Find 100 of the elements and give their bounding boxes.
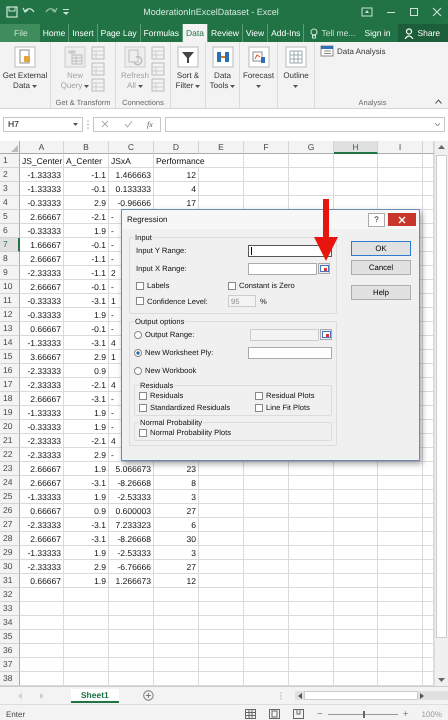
row-header[interactable]: 2 [0, 168, 20, 182]
vertical-scrollbar[interactable] [434, 141, 448, 686]
row-header[interactable]: 13 [0, 322, 20, 336]
row-header[interactable]: 24 [0, 476, 20, 490]
row-header[interactable]: 10 [0, 280, 20, 294]
row-header[interactable]: 28 [0, 532, 20, 546]
row-header[interactable]: 38 [0, 672, 20, 686]
ribbon-display-icon[interactable] [361, 7, 373, 17]
help-button[interactable]: ? [368, 212, 385, 226]
grip-icon[interactable] [280, 692, 282, 700]
row-header[interactable]: 29 [0, 546, 20, 560]
row-header[interactable]: 3 [0, 182, 20, 196]
tell-me-field[interactable]: Tell me... [321, 24, 356, 42]
row-header[interactable]: 35 [0, 630, 20, 644]
page-break-icon[interactable] [292, 709, 304, 719]
row-header[interactable]: 20 [0, 420, 20, 434]
share-button[interactable]: Share [398, 24, 448, 42]
save-icon[interactable] [6, 6, 18, 18]
row-header[interactable]: 16 [0, 364, 20, 378]
column-header[interactable]: B [64, 141, 109, 154]
row-header[interactable]: 21 [0, 434, 20, 448]
range-field[interactable] [248, 262, 317, 274]
row-header[interactable]: 27 [0, 518, 20, 532]
output-field[interactable] [248, 346, 332, 358]
row-header[interactable]: 15 [0, 350, 20, 364]
zoom-in-button[interactable]: + [402, 708, 409, 720]
column-header[interactable]: E [199, 141, 244, 154]
table-cell [244, 616, 289, 630]
table-cell [334, 532, 378, 546]
ribbon-button[interactable]: Forecast [242, 44, 274, 107]
customize-icon[interactable] [62, 7, 70, 17]
ribbon-button[interactable]: Data Tools [210, 44, 236, 107]
maximize-icon[interactable] [409, 7, 419, 17]
close-button[interactable] [388, 213, 416, 226]
row-header[interactable]: 1 [0, 154, 20, 168]
insert-function-button[interactable]: fx [147, 120, 153, 128]
row-header[interactable]: 34 [0, 616, 20, 630]
row-header[interactable]: 18 [0, 392, 20, 406]
collapse-ribbon-icon[interactable] [435, 99, 442, 104]
row-header[interactable]: 33 [0, 602, 20, 616]
expand-icon[interactable] [435, 122, 440, 126]
row-header[interactable]: 12 [0, 308, 20, 322]
check-icon[interactable] [124, 120, 133, 128]
row-header[interactable]: 36 [0, 644, 20, 658]
column-header[interactable]: C [109, 141, 154, 154]
row-header[interactable]: 30 [0, 560, 20, 574]
row-header[interactable]: 7 [0, 238, 20, 252]
cancel-icon[interactable] [101, 120, 110, 128]
sign-in-link[interactable]: Sign in [364, 24, 390, 42]
add-sheet-icon[interactable] [142, 690, 154, 701]
row-header[interactable]: 19 [0, 406, 20, 420]
table-cell [20, 602, 64, 616]
table-cell [378, 588, 423, 602]
name-box[interactable]: H7 [3, 116, 83, 132]
column-header[interactable]: A [20, 141, 64, 154]
page-layout-icon[interactable] [268, 709, 280, 719]
zoom-slider-thumb[interactable] [362, 710, 365, 718]
column-header[interactable]: H [334, 141, 378, 154]
formula-input[interactable] [165, 116, 445, 132]
row-header[interactable]: 17 [0, 378, 20, 392]
row-header[interactable]: 14 [0, 336, 20, 350]
row-header[interactable]: 25 [0, 490, 20, 504]
row-header[interactable]: 37 [0, 658, 20, 672]
table-cell [334, 462, 378, 476]
row-header[interactable]: 22 [0, 448, 20, 462]
window-title: ModerationInExcelDataset - Excel [142, 7, 280, 17]
sheet-tab[interactable]: Sheet1 [70, 688, 119, 702]
table-cell: 12 [154, 168, 199, 182]
table-cell [378, 616, 423, 630]
table-cell: 2.9 [64, 350, 109, 364]
row-header[interactable]: 4 [0, 196, 20, 210]
range-picker-button[interactable] [318, 263, 330, 274]
caret-icon [138, 84, 143, 88]
row-header[interactable]: 6 [0, 224, 20, 238]
row-header[interactable]: 31 [0, 574, 20, 588]
data-analysis-button[interactable]: Data Analysis [320, 44, 386, 58]
row-header[interactable]: 8 [0, 252, 20, 266]
ribbon-button[interactable]: Get External Data [2, 44, 48, 107]
range-picker-button[interactable] [320, 329, 332, 340]
table-cell [334, 490, 378, 504]
person-icon [404, 28, 414, 38]
row-header[interactable]: 9 [0, 266, 20, 280]
row-header[interactable]: 23 [0, 462, 20, 476]
ribbon-button[interactable]: Outline [283, 44, 309, 107]
ribbon-tab[interactable]: Data [183, 24, 208, 42]
lightbulb-icon [310, 28, 318, 38]
row-header[interactable]: 32 [0, 588, 20, 602]
zoom-out-button[interactable]: − [316, 708, 323, 720]
column-header[interactable]: D [154, 141, 199, 154]
row-header[interactable]: 5 [0, 210, 20, 224]
row-header[interactable]: 11 [0, 294, 20, 308]
horizontal-scrollbar[interactable] [294, 691, 448, 700]
column-header[interactable]: I [378, 141, 423, 154]
scroll-up-icon[interactable] [438, 145, 445, 149]
column-header[interactable]: F [244, 141, 289, 154]
scroll-down-icon[interactable] [438, 678, 445, 682]
close-icon[interactable] [432, 7, 442, 17]
normal-view-icon[interactable] [244, 709, 256, 719]
ribbon-button[interactable]: Sort & Filter [176, 44, 200, 107]
row-header[interactable]: 26 [0, 504, 20, 518]
